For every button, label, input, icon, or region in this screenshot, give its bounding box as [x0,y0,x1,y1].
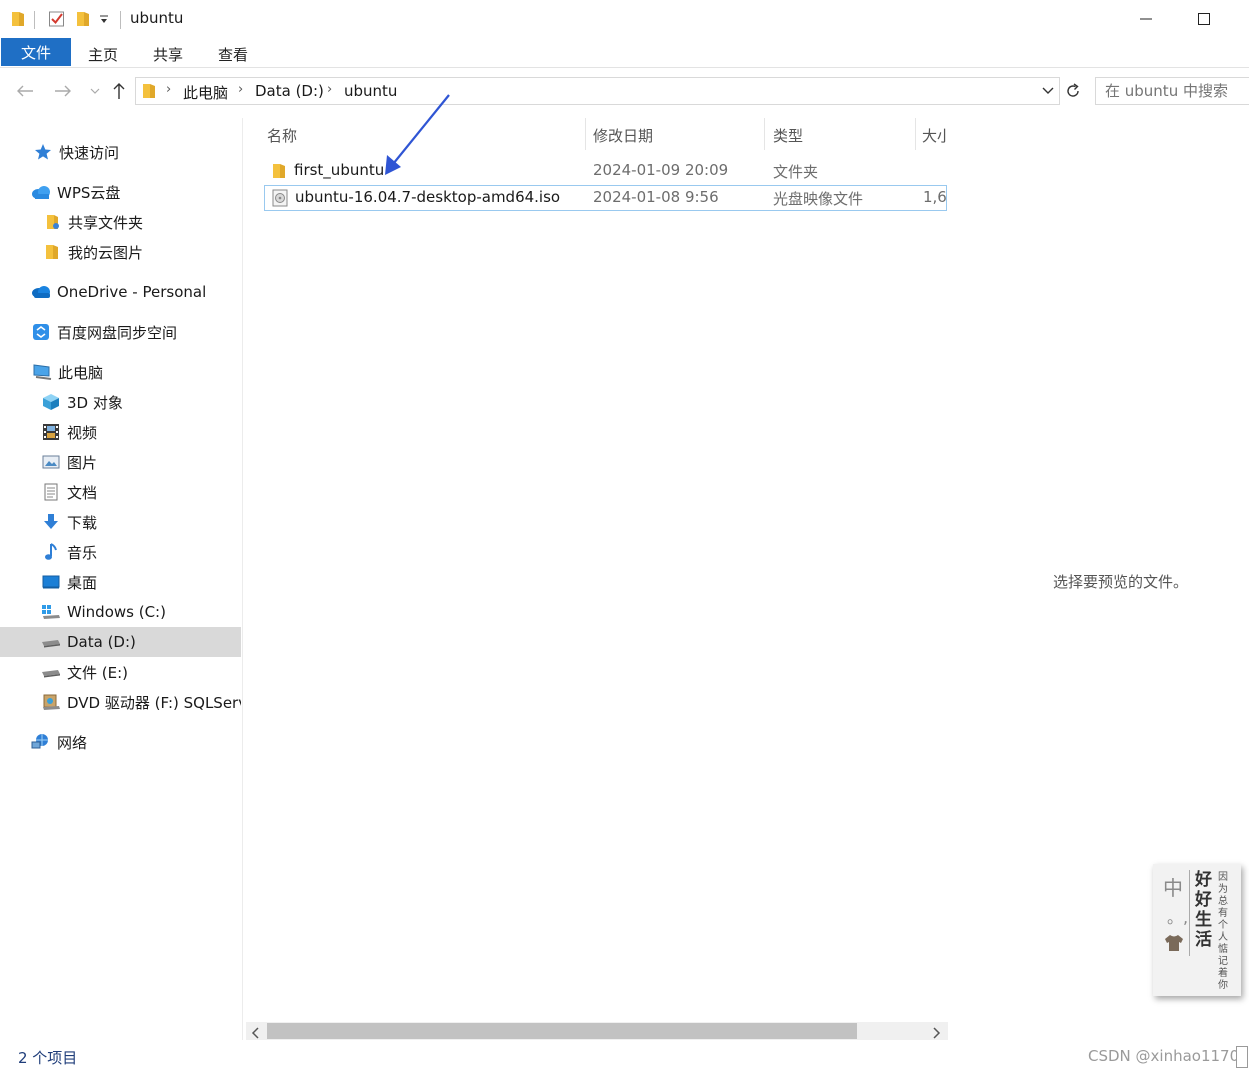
shirt-icon [1164,934,1184,956]
sidebar-item-data-d[interactable]: Data (D:) [0,627,241,657]
view-toggle-icon[interactable] [1236,1046,1248,1068]
sidebar-item-baidu-sync[interactable]: 百度网盘同步空间 [0,317,241,347]
film-icon [41,423,61,441]
shared-folder-icon [42,213,62,231]
sidebar-item-my-cloud-images[interactable]: 我的云图片 [0,237,241,267]
sidebar-item-desktop[interactable]: 桌面 [0,567,241,597]
navigation-pane: 快速访问 WPS云盘 共享文件夹 我的云图片 OneDrive - Person… [0,118,243,1040]
tab-share[interactable]: 共享 [153,44,183,65]
column-header-type[interactable]: 类型 [773,125,803,146]
back-button[interactable] [14,80,36,102]
folder-icon [42,243,62,261]
drive-icon [41,663,61,681]
file-name: ubuntu-16.04.7-desktop-amd64.iso [295,188,561,206]
sticker-side-text: 因为总有个人惦记着你 [1218,872,1228,991]
file-type: 光盘映像文件 [773,190,864,208]
column-header-size[interactable]: 大小 [922,125,947,146]
file-row[interactable]: first_ubuntu 2024-01-09 20:09 文件夹 [264,158,947,184]
sidebar-item-documents[interactable]: 文档 [0,477,241,507]
baidu-sync-icon [31,323,51,341]
sticker-left-text: 中 [1163,876,1183,900]
disc-image-icon [272,189,288,211]
sidebar-item-videos[interactable]: 视频 [0,417,241,447]
preview-placeholder: 选择要预览的文件。 [1053,573,1189,591]
title-bar: ubuntu [0,0,1249,38]
sidebar-item-music[interactable]: 音乐 [0,537,241,567]
sidebar-item-windows-c[interactable]: Windows (C:) [0,597,241,627]
file-modified: 2024-01-09 20:09 [593,161,729,179]
tab-home[interactable]: 主页 [88,44,118,65]
sidebar-item-dvd-f[interactable]: DVD 驱动器 (F:) SQLServer [0,687,241,717]
sidebar-item-pictures[interactable]: 图片 [0,447,241,477]
sidebar-item-quick-access[interactable]: 快速访问 [0,137,241,167]
sidebar-item-wps-cloud[interactable]: WPS云盘 [0,177,241,207]
sticker-main-text: 好好生活 [1195,870,1212,950]
folder-icon [11,10,25,32]
search-input[interactable] [1095,77,1249,105]
chevron-right-icon[interactable]: › [327,82,332,97]
chevron-right-icon[interactable]: › [238,82,243,97]
customize-dropdown-icon[interactable] [99,12,109,30]
file-size: 1,6 [923,188,947,206]
scroll-thumb[interactable] [267,1023,857,1039]
drive-icon [41,633,61,651]
scroll-left-icon[interactable] [251,1025,261,1043]
sticker-widget: 中 。, 好好生活 因为总有个人惦记着你 [1153,864,1241,996]
column-header-modified[interactable]: 修改日期 [593,125,653,146]
sidebar-item-shared-folder[interactable]: 共享文件夹 [0,207,241,237]
address-bar[interactable]: › 此电脑 › Data (D:) › ubuntu [135,77,1060,105]
image-icon [41,453,61,471]
file-list: 名称 修改日期 类型 大小 first_ubuntu 2024-01-09 20… [244,94,947,1023]
dvd-icon [41,693,61,711]
file-modified: 2024-01-08 9:56 [593,188,719,206]
document-icon [41,483,61,501]
music-icon [41,543,61,561]
watermark: CSDN @xinhao1170 [1088,1047,1240,1065]
minimize-button[interactable] [1126,6,1166,32]
annotation-arrow [385,94,450,175]
breadcrumb-data-drive[interactable]: Data (D:) [255,82,324,100]
sidebar-item-network[interactable]: 网络 [0,727,241,757]
column-header-name[interactable]: 名称 [267,125,297,146]
tab-view[interactable]: 查看 [218,44,248,65]
onedrive-icon [31,283,51,301]
window-title: ubuntu [130,9,184,27]
sidebar-item-3d-objects[interactable]: 3D 对象 [0,387,241,417]
scroll-right-icon[interactable] [931,1025,941,1043]
star-icon [33,143,53,161]
maximize-button[interactable] [1184,6,1224,32]
sidebar-item-downloads[interactable]: 下载 [0,507,241,537]
new-folder-icon[interactable] [76,10,90,32]
horizontal-scrollbar[interactable] [246,1022,948,1040]
breadcrumb-this-pc[interactable]: 此电脑 [183,82,228,103]
chevron-down-icon[interactable] [1041,83,1055,101]
properties-icon[interactable] [48,10,66,32]
tab-file[interactable]: 文件 [1,38,71,66]
forward-button[interactable] [52,80,74,102]
cube-icon [41,393,61,411]
sidebar-item-this-pc[interactable]: 此电脑 [0,357,241,387]
cloud-icon [31,183,51,201]
computer-icon [32,363,52,381]
ribbon-tabs: 文件 主页 共享 查看 [0,38,1249,68]
recent-locations-icon[interactable] [84,80,106,102]
refresh-icon[interactable] [1062,80,1084,102]
windows-drive-icon [41,603,61,621]
desktop-icon [41,573,61,591]
chevron-right-icon[interactable]: › [166,82,171,97]
folder-icon [272,162,286,184]
folder-icon [142,82,156,104]
download-icon [41,513,61,531]
sidebar-item-files-e[interactable]: 文件 (E:) [0,657,241,687]
file-name: first_ubuntu [294,161,385,179]
file-type: 文件夹 [773,163,819,181]
sidebar-item-onedrive[interactable]: OneDrive - Personal [0,277,241,307]
network-icon [31,733,51,751]
up-button[interactable] [108,80,130,102]
file-row[interactable]: ubuntu-16.04.7-desktop-amd64.iso 2024-01… [264,185,947,211]
status-item-count: 2 个项目 [18,1049,78,1067]
